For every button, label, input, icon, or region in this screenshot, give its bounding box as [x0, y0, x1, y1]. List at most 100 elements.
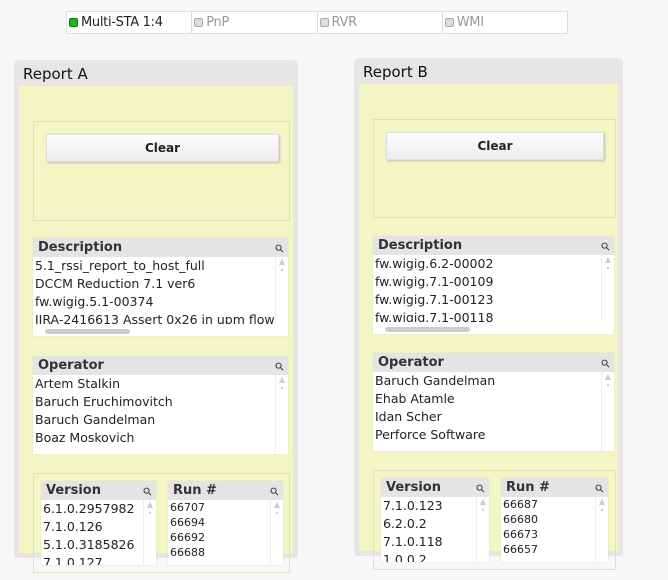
run-listbox-header: Run # ⚲ [168, 481, 283, 500]
description-listbox-items: 5.1_rssi_report_to_host_full DCCM Reducti… [35, 257, 276, 324]
tab-wmi[interactable]: WMI [443, 12, 567, 33]
list-item[interactable]: 66688 [170, 545, 271, 560]
tab-pnp[interactable]: PnP [192, 12, 318, 33]
list-item[interactable]: Idan Scher [375, 408, 602, 426]
operator-listbox-items: Baruch Gandelman Ehab Atamle Idan Scher Per… [375, 372, 602, 451]
list-item[interactable]: 7.1.0.123 [383, 497, 477, 515]
vertical-scrollbar[interactable]: ▲ • [275, 375, 288, 454]
list-item[interactable]: 66692 [170, 530, 271, 545]
list-item[interactable]: Ehab Atamle [375, 390, 602, 408]
operator-listbox-items: Artem Stalkin Baruch Eruchimovitch Baruch … [35, 375, 276, 454]
panel-title: Report A [23, 65, 88, 83]
vertical-scrollbar[interactable]: ▲ • [270, 500, 283, 565]
horizontal-scrollbar[interactable] [33, 326, 276, 336]
list-item[interactable]: JIRA-2416613 Assert 0x26 in upm flow [35, 311, 276, 324]
list-item[interactable]: DCCM Reduction 7.1 ver6 [35, 275, 276, 293]
operator-listbox: Operator ⚲ Baruch Gandelman Ehab Atamle Idan… [373, 353, 614, 451]
list-item[interactable]: 5.1_rssi_report_to_host_full [35, 257, 276, 275]
vertical-scrollbar[interactable]: ▲ • [275, 257, 288, 324]
tab-label: RVR [331, 15, 358, 30]
search-icon[interactable]: ⚲ [471, 479, 491, 499]
list-item[interactable]: fw.wigig.7.1-00123 [375, 291, 602, 309]
version-listbox-items: 6.1.0.2957982 7.1.0.126 5.1.0.3185826 7.1.0… [43, 500, 144, 565]
list-item[interactable]: Boaz Moskovich [35, 429, 276, 447]
version-listbox-items: 7.1.0.123 6.2.0.2 7.1.0.118 1.0.0.2 [383, 497, 477, 562]
list-item[interactable]: Perforce Software [375, 426, 602, 444]
vertical-scrollbar[interactable]: ▲ • [601, 372, 614, 451]
search-icon[interactable]: ⚲ [596, 237, 616, 257]
scrollbar-thumb[interactable] [385, 327, 470, 332]
operator-listbox: Operator ⚲ Artem Stalkin Baruch Eruchimovit… [33, 356, 288, 454]
search-icon[interactable]: ⚲ [265, 482, 285, 502]
description-listbox-items: fw.wigig.6.2-00002 fw.wigig.7.1-00109 fw.w… [375, 255, 602, 322]
operator-listbox-title: Operator [38, 358, 104, 373]
scrollbar-thumb[interactable] [45, 329, 130, 334]
run-listbox-items: 66707 66694 66692 66688 [170, 500, 271, 565]
list-item[interactable]: 5.1.0.3185826 [43, 536, 144, 554]
version-listbox-header: Version ⚲ [381, 478, 489, 497]
version-listbox: Version ⚲ 6.1.0.2957982 7.1.0.126 5.1.0.3185… [41, 481, 156, 565]
run-listbox: Run # ⚲ 66687 66680 66673 66657 ▲ • [501, 478, 608, 562]
panel-title: Report B [363, 63, 428, 81]
operator-listbox-header: Operator ⚲ [33, 356, 288, 375]
run-listbox-header: Run # ⚲ [501, 478, 608, 497]
list-item[interactable]: Baruch Eruchimovitch [35, 393, 276, 411]
tab-label: PnP [206, 15, 230, 30]
list-item[interactable]: 7.1.0.126 [43, 518, 144, 536]
tab-label: WMI [456, 15, 484, 30]
search-icon[interactable]: ⚲ [590, 479, 610, 499]
run-listbox-items: 66687 66680 66673 66657 [503, 497, 596, 562]
list-item[interactable]: 66687 [503, 497, 596, 512]
vertical-scrollbar[interactable]: ▲ • [143, 500, 156, 565]
operator-listbox-title: Operator [378, 355, 444, 370]
list-item[interactable]: 66680 [503, 512, 596, 527]
list-item[interactable]: Baruch Gandelman [35, 411, 276, 429]
list-item[interactable]: 7.1.0.118 [383, 533, 477, 551]
description-listbox: Description ⚲ 5.1_rssi_report_to_host_full… [33, 238, 288, 336]
search-icon[interactable]: ⚲ [138, 482, 158, 502]
tab-rvr[interactable]: RVR [318, 12, 443, 33]
search-icon[interactable]: ⚲ [270, 239, 290, 259]
clear-container: Clear [373, 119, 616, 218]
description-listbox: Description ⚲ fw.wigig.6.2-00002 fw.wigig.7… [373, 236, 614, 334]
run-listbox-title: Run # [506, 480, 550, 495]
clear-button[interactable]: Clear [386, 132, 604, 160]
version-listbox-title: Version [46, 483, 101, 498]
report-b-panel: Report B Clear Description ⚲ fw.wigig.6.2-00… [354, 58, 623, 570]
vertical-scrollbar[interactable]: ▲ • [601, 255, 614, 322]
search-icon[interactable]: ⚲ [596, 354, 616, 374]
list-item[interactable]: fw.wigig.6.2-00002 [375, 255, 602, 273]
clear-container: Clear [33, 121, 290, 221]
status-indicator-icon [194, 18, 204, 27]
search-icon[interactable]: ⚲ [270, 357, 290, 377]
tab-bar: Multi-STA 1:4 PnP RVR WMI [66, 11, 568, 34]
list-item[interactable]: 66673 [503, 527, 596, 542]
status-indicator-icon [319, 18, 329, 27]
status-indicator-icon [444, 18, 454, 27]
list-item[interactable]: fw.wigig.7.1-00118 [375, 309, 602, 322]
list-item[interactable]: 6.2.0.2 [383, 515, 477, 533]
list-item[interactable]: 66707 [170, 500, 271, 515]
list-item[interactable]: Baruch Gandelman [375, 372, 602, 390]
description-listbox-title: Description [378, 238, 463, 253]
list-item[interactable]: Artem Stalkin [35, 375, 276, 393]
list-item[interactable]: 66657 [503, 542, 596, 557]
list-item[interactable]: 66694 [170, 515, 271, 530]
version-run-container: Version ⚲ 7.1.0.123 6.2.0.2 7.1.0.118 1.0.0.2… [373, 470, 616, 570]
description-listbox-title: Description [38, 240, 123, 255]
vertical-scrollbar[interactable]: ▲ • [595, 497, 608, 562]
list-item[interactable]: fw.wigig.5.1-00374 [35, 293, 276, 311]
tab-multi-sta-1-4[interactable]: Multi-STA 1:4 [67, 12, 193, 33]
list-item[interactable]: 6.1.0.2957982 [43, 500, 144, 518]
operator-listbox-header: Operator ⚲ [373, 353, 614, 372]
horizontal-scrollbar[interactable] [373, 324, 602, 334]
clear-button[interactable]: Clear [46, 134, 279, 162]
list-item[interactable]: 1.0.0.2 [383, 551, 477, 562]
list-item[interactable]: 7.1.0.127 [43, 554, 144, 565]
version-listbox-header: Version ⚲ [41, 481, 156, 500]
vertical-scrollbar[interactable]: ▲ • [476, 497, 489, 562]
version-listbox-title: Version [386, 480, 441, 495]
report-a-content: Clear Description ⚲ 5.1_rssi_report_to_host… [19, 86, 293, 573]
list-item[interactable]: fw.wigig.7.1-00109 [375, 273, 602, 291]
tab-label: Multi-STA 1:4 [81, 15, 163, 30]
